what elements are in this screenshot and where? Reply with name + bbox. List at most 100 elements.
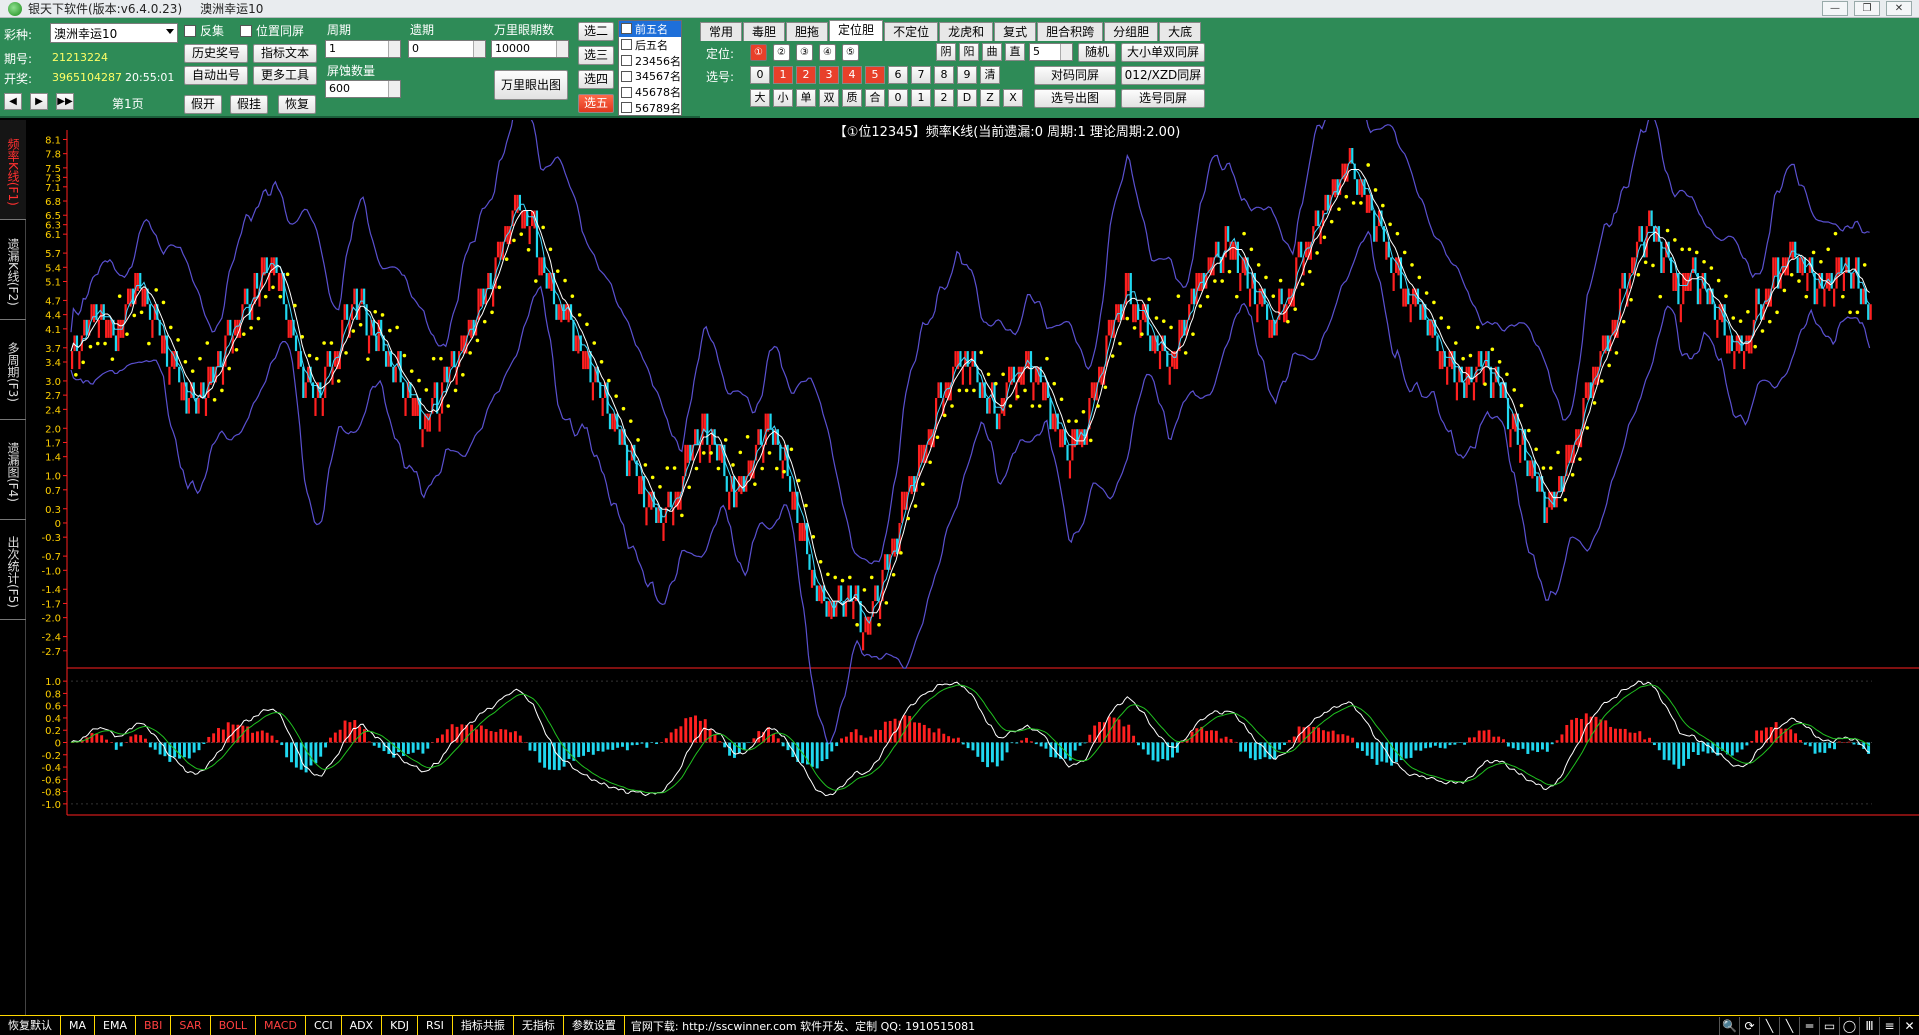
indicator-button[interactable]: BBI <box>136 1016 172 1035</box>
indicator-button[interactable]: MACD <box>256 1016 306 1035</box>
tab-item[interactable]: 胆拖 <box>786 22 829 42</box>
digit-option[interactable]: 5 <box>865 66 885 84</box>
shape-option[interactable]: 2 <box>934 89 954 107</box>
rank-option[interactable]: ✓ 前五名 <box>619 21 681 37</box>
indicator-button[interactable]: 参数设置 <box>564 1016 625 1035</box>
fib-tool-icon[interactable]: ≡ <box>1879 1017 1899 1035</box>
screen-input[interactable]: 600 <box>325 80 401 98</box>
tab-item[interactable]: 毒胆 <box>743 22 786 42</box>
spin-down-icon[interactable] <box>556 49 568 57</box>
spin-down-icon[interactable] <box>388 49 400 57</box>
last-page-button[interactable]: ▶▶ <box>56 93 74 110</box>
rank-option[interactable]: 后五名 <box>619 37 681 53</box>
ray-tool-icon[interactable]: ╲ <box>1779 1017 1799 1035</box>
straight-button[interactable]: 直 <box>1005 43 1025 61</box>
more-tools-button[interactable]: 更多工具 <box>253 66 317 85</box>
restore-data-button[interactable]: 恢复 <box>278 95 316 114</box>
digit-option[interactable]: 清 <box>980 66 1000 84</box>
auto-out-button[interactable]: 自动出号 <box>184 66 248 85</box>
line-tool-icon[interactable]: ╲ <box>1759 1017 1779 1035</box>
spin-down-icon[interactable] <box>1060 52 1072 60</box>
yin-button[interactable]: 阴 <box>936 43 956 61</box>
indicator-button[interactable]: MA <box>61 1016 96 1035</box>
rank-option[interactable]: 45678名 <box>619 84 681 100</box>
shape-option[interactable]: 单 <box>796 89 816 107</box>
tab-item[interactable]: 常用 <box>700 22 743 42</box>
spin-down-icon[interactable] <box>388 89 400 97</box>
indicator-button[interactable]: 指标共振 <box>453 1016 514 1035</box>
shape-option[interactable]: 双 <box>819 89 839 107</box>
spin-up-icon[interactable] <box>473 41 485 49</box>
fake-hang-button[interactable]: 假挂 <box>230 95 268 114</box>
pick-same-button[interactable]: 选号同屏 <box>1121 89 1205 108</box>
checkbox-fanji[interactable]: 反集 <box>184 22 224 39</box>
shape-option[interactable]: 大 <box>750 89 770 107</box>
wanli-input[interactable]: 10000 <box>491 40 569 58</box>
tab-item[interactable]: 不定位 <box>884 22 939 42</box>
miss-input[interactable]: 0 <box>408 40 486 58</box>
digit-option[interactable]: 1 <box>773 66 793 84</box>
minimize-button[interactable]: — <box>1822 1 1848 16</box>
indicator-button[interactable]: BOLL <box>211 1016 256 1035</box>
shape-option[interactable]: 0 <box>888 89 908 107</box>
channel-tool-icon[interactable]: ═ <box>1799 1017 1819 1035</box>
digit-option[interactable]: 6 <box>888 66 908 84</box>
position-option[interactable]: ④ <box>819 44 836 61</box>
digit-option[interactable]: 7 <box>911 66 931 84</box>
search-icon[interactable]: 🔍 <box>1719 1017 1739 1035</box>
view-tab[interactable]: 遗漏图(F4) <box>0 420 26 520</box>
indicator-text-button[interactable]: 指标文本 <box>253 44 317 63</box>
close-button[interactable]: ✕ <box>1886 1 1912 16</box>
indicator-button[interactable]: KDJ <box>382 1016 419 1035</box>
position-option[interactable]: ③ <box>796 44 813 61</box>
choose-four-button[interactable]: 选四 <box>578 70 614 89</box>
count-input[interactable]: 5 <box>1029 43 1073 61</box>
tab-item[interactable]: 胆合积跨 <box>1037 22 1104 42</box>
indicator-button[interactable]: 无指标 <box>514 1016 564 1035</box>
shape-option[interactable]: D <box>957 89 977 107</box>
view-tab[interactable]: 频率K线(F1) <box>0 120 26 220</box>
xzd-same-button[interactable]: 012/XZD同屏 <box>1121 66 1205 85</box>
position-option[interactable]: ① <box>750 44 767 61</box>
rank-option[interactable]: 56789名 <box>619 100 681 116</box>
view-tab[interactable]: 出次统计(F5) <box>0 520 26 620</box>
view-tab[interactable]: 多周期(F3) <box>0 320 26 420</box>
shape-option[interactable]: X <box>1003 89 1023 107</box>
lottery-select[interactable]: 澳洲幸运10 <box>50 23 178 43</box>
indicator-button[interactable]: SAR <box>171 1016 211 1035</box>
pair-same-button[interactable]: 对码同屏 <box>1034 66 1116 85</box>
digit-option[interactable]: 9 <box>957 66 977 84</box>
view-tab[interactable]: 遗漏K线(F2) <box>0 220 26 320</box>
spin-down-icon[interactable] <box>473 49 485 57</box>
shape-option[interactable]: Z <box>980 89 1000 107</box>
refresh-icon[interactable]: ⟳ <box>1739 1017 1759 1035</box>
fake-open-button[interactable]: 假开 <box>184 95 222 114</box>
prev-page-button[interactable]: ◀ <box>4 93 22 110</box>
shape-option[interactable]: 1 <box>911 89 931 107</box>
indicator-button[interactable]: EMA <box>95 1016 136 1035</box>
digit-option[interactable]: 0 <box>750 66 770 84</box>
position-option[interactable]: ② <box>773 44 790 61</box>
digit-option[interactable]: 3 <box>819 66 839 84</box>
indicator-button[interactable]: CCI <box>306 1016 342 1035</box>
shape-option[interactable]: 小 <box>773 89 793 107</box>
random-button[interactable]: 随机 <box>1078 43 1116 62</box>
text-tool-icon[interactable]: Ⅲ <box>1859 1017 1879 1035</box>
digit-option[interactable]: 2 <box>796 66 816 84</box>
curve-button[interactable]: 曲 <box>982 43 1002 61</box>
cycle-input[interactable]: 1 <box>325 40 401 58</box>
choose-two-button[interactable]: 选二 <box>578 22 614 41</box>
yang-button[interactable]: 阳 <box>959 43 979 61</box>
spin-up-icon[interactable] <box>556 41 568 49</box>
rect-tool-icon[interactable]: ▭ <box>1819 1017 1839 1035</box>
indicator-button[interactable]: ADX <box>342 1016 383 1035</box>
tab-item[interactable]: 复式 <box>994 22 1037 42</box>
rank-option[interactable]: 23456名 <box>619 53 681 69</box>
choose-three-button[interactable]: 选三 <box>578 46 614 65</box>
rank-option[interactable]: 34567名 <box>619 68 681 84</box>
shape-option[interactable]: 质 <box>842 89 862 107</box>
tab-item[interactable]: 分组胆 <box>1104 22 1159 42</box>
history-button[interactable]: 历史奖号 <box>184 44 248 63</box>
checkbox-position-same[interactable]: 位置同屏 <box>240 22 304 39</box>
shape-option[interactable]: 合 <box>865 89 885 107</box>
